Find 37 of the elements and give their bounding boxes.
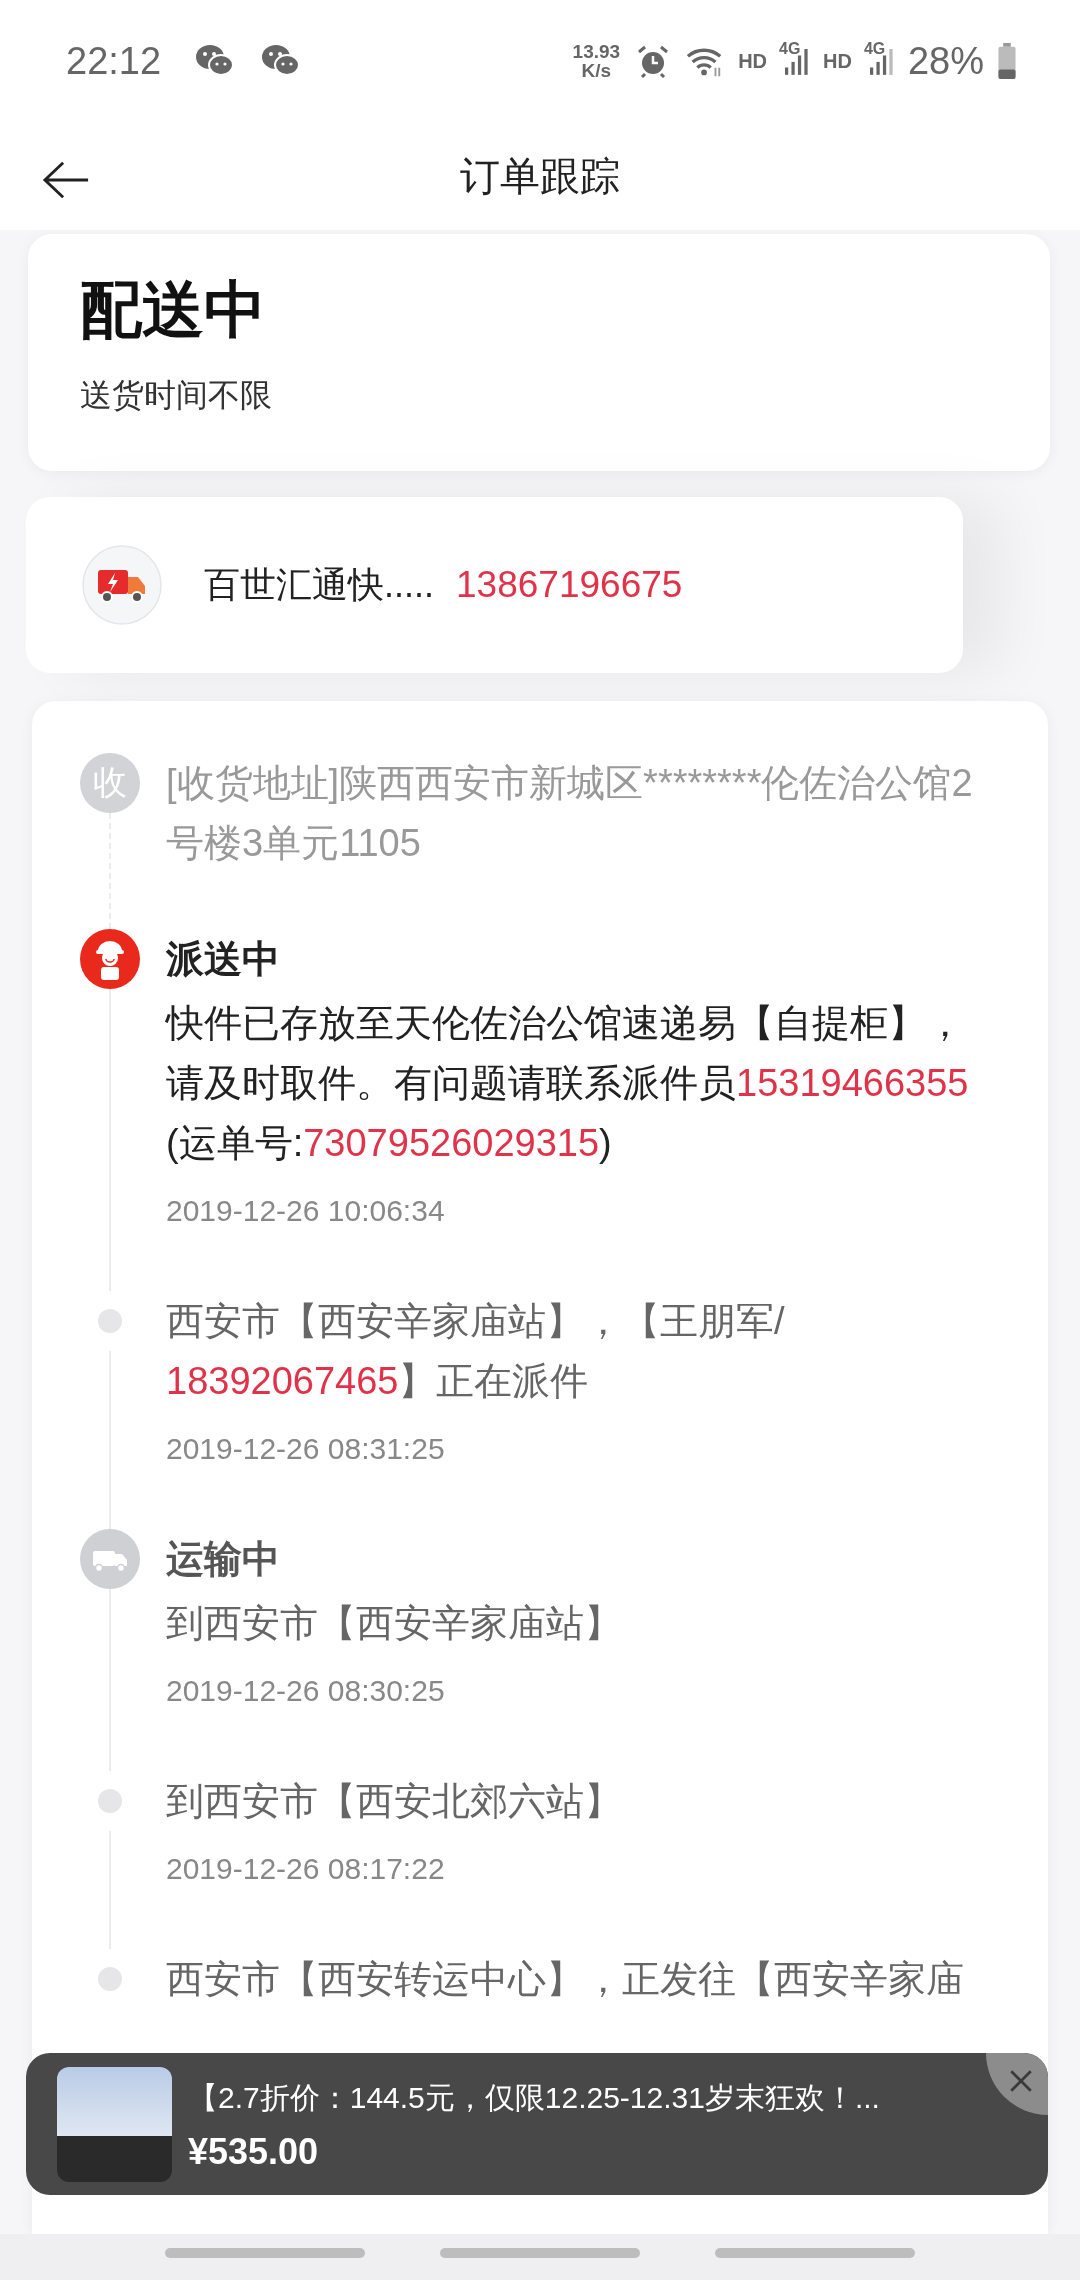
courier-name: 百世汇通快..... bbox=[204, 562, 434, 607]
courier-truck-icon bbox=[82, 545, 162, 625]
network-speed: 13.93 K/s bbox=[572, 42, 621, 80]
nav-handle[interactable] bbox=[165, 2248, 366, 2258]
tracking-time: 2019-12-26 08:17:22 bbox=[166, 1851, 446, 1887]
tracking-message: 西安市【西安辛家庙站】，【王朋军/ 18392067465】正在派件 bbox=[166, 1291, 996, 1411]
battery-percent: 28% bbox=[907, 39, 984, 83]
tracking-message: 西安市【西安转运中心】，正发往【西安辛家庙 bbox=[166, 1957, 965, 2002]
nav-handle[interactable] bbox=[440, 2248, 640, 2258]
tracking-message: 快件已存放至天伦佐治公馆速递易【自提柜】，请及时取件。有问题请联系派件员15319466355 (运单号:73079526029315) bbox=[166, 993, 996, 1173]
status-time: 22:12 bbox=[66, 39, 162, 83]
close-icon bbox=[1008, 2068, 1034, 2094]
tracking-message: 到西安市【西安辛家庙站】 bbox=[166, 1601, 623, 1646]
promo-price: ¥535.00 bbox=[188, 2131, 320, 2173]
delivery-note: 送货时间不限 bbox=[80, 376, 273, 415]
courier-phone-link[interactable]: 13867196675 bbox=[456, 564, 683, 606]
stage-title: 派送中 bbox=[166, 937, 281, 982]
phone-link[interactable]: 15319466355 bbox=[736, 1053, 969, 1113]
phone-link[interactable]: 18392067465 bbox=[166, 1351, 399, 1411]
hd-label: HD bbox=[738, 49, 768, 73]
phone-link[interactable]: 73079526029315 bbox=[303, 1113, 600, 1173]
page-title: 订单跟踪 bbox=[460, 152, 620, 200]
stage-title: 运输中 bbox=[166, 1537, 281, 1582]
promo-title: 【2.7折价：144.5元，仅限12.25-12.31岁末狂欢！... bbox=[188, 2080, 880, 2116]
tracking-time: 2019-12-26 08:31:25 bbox=[166, 1431, 446, 1467]
delivery-address: [收货地址]陕西西安市新城区********伦佐治公馆2号楼3单元1105 bbox=[166, 761, 974, 866]
tracking-time: 2019-12-26 08:30:25 bbox=[166, 1673, 446, 1709]
promo-popup[interactable]: 【2.7折价：144.5元，仅限12.25-12.31岁末狂欢！... ¥535.00 bbox=[26, 2053, 1048, 2195]
back-arrow-icon[interactable] bbox=[42, 160, 90, 200]
nav-handle[interactable] bbox=[714, 2248, 915, 2258]
network-type: 4G bbox=[779, 40, 801, 58]
network-type: 4G bbox=[863, 40, 886, 58]
delivery-status: 配送中 bbox=[80, 274, 267, 346]
tracking-time: 2019-12-26 10:06:34 bbox=[166, 1193, 446, 1229]
tracking-message: 到西安市【西安北郊六站】 bbox=[166, 1779, 623, 1824]
battery-icon bbox=[998, 43, 1016, 79]
hd-label: HD bbox=[823, 49, 852, 73]
